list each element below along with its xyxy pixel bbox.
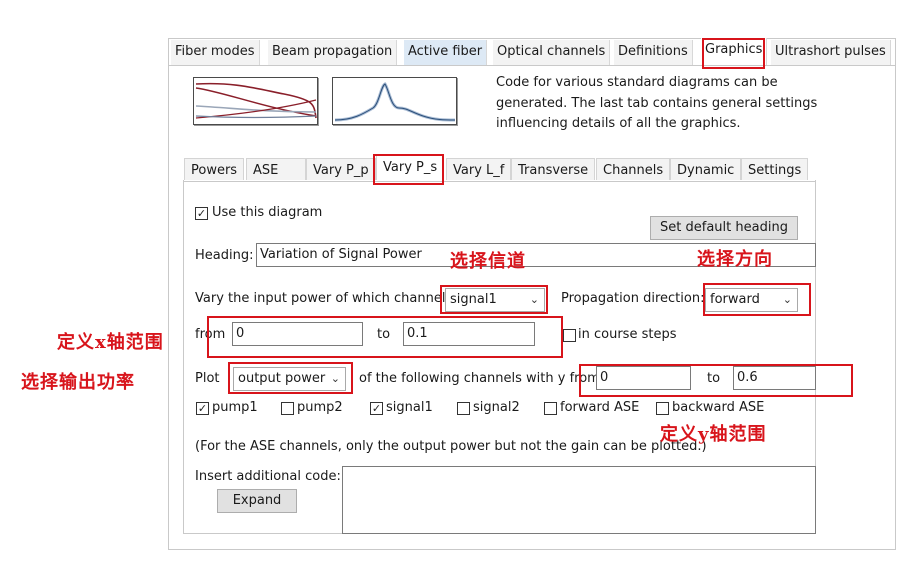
pump1-checkbox[interactable] xyxy=(196,402,209,415)
tab-ultrashort-pulses[interactable]: Ultrashort pulses xyxy=(771,40,891,65)
chevron-down-icon: ⌄ xyxy=(529,293,539,306)
pump2-checkbox[interactable] xyxy=(281,402,294,415)
propagation-direction-label: Propagation direction: xyxy=(561,291,705,306)
heading-label: Heading: xyxy=(195,248,254,263)
chevron-down-icon: ⌄ xyxy=(330,372,340,385)
annotation-select-output-power: 选择输出功率 xyxy=(21,372,135,393)
channel-select[interactable]: signal1 ⌄ xyxy=(445,288,545,312)
use-diagram-label: Use this diagram xyxy=(212,205,323,220)
plot-quantity-value: output power xyxy=(238,371,326,386)
additional-code-textarea[interactable] xyxy=(342,466,816,534)
subtab-ase[interactable]: ASE xyxy=(246,158,306,182)
tab-optical-channels[interactable]: Optical channels xyxy=(493,40,611,65)
annotation-select-channel: 选择信道 xyxy=(450,251,526,272)
signal1-checkbox[interactable] xyxy=(370,402,383,415)
to-label: to xyxy=(377,327,391,342)
diagram-thumbnail-spectrum[interactable] xyxy=(332,77,457,125)
tab-fiber-modes[interactable]: Fiber modes xyxy=(171,40,260,65)
subtab-powers[interactable]: Powers xyxy=(184,158,245,182)
course-steps-label: in course steps xyxy=(578,327,677,342)
annotation-define-y-range: 定义y轴范围 xyxy=(660,424,767,445)
annotation-define-x-range: 定义x轴范围 xyxy=(57,332,164,353)
chevron-down-icon: ⌄ xyxy=(782,293,792,306)
backward-ase-label: backward ASE xyxy=(672,400,765,415)
subtab-vary-lf[interactable]: Vary L_f xyxy=(446,158,512,182)
diagram-thumbnail-powers[interactable] xyxy=(193,77,318,125)
spectrum-curve-icon xyxy=(334,82,456,122)
plot-label: Plot xyxy=(195,371,220,386)
use-diagram-checkbox[interactable] xyxy=(195,207,208,220)
x-to-input[interactable]: 0.1 xyxy=(403,322,535,346)
tab-active-fiber[interactable]: Active fiber xyxy=(404,40,488,65)
tab-divider xyxy=(168,65,896,66)
pump2-label: pump2 xyxy=(297,400,343,415)
backward-ase-checkbox[interactable] xyxy=(656,402,669,415)
plot-quantity-select[interactable]: output power ⌄ xyxy=(233,367,346,391)
ase-note: (For the ASE channels, only the output p… xyxy=(195,439,707,454)
propagation-direction-value: forward xyxy=(710,292,760,307)
subtab-vary-pp[interactable]: Vary P_p xyxy=(306,158,376,182)
annotation-select-direction: 选择方向 xyxy=(697,249,773,270)
subtab-vary-ps[interactable]: Vary P_s xyxy=(376,155,445,182)
forward-ase-label: forward ASE xyxy=(560,400,640,415)
subtab-transverse[interactable]: Transverse xyxy=(511,158,596,182)
set-default-heading-button[interactable]: Set default heading xyxy=(650,216,798,240)
vary-channel-label: Vary the input power of which channel: xyxy=(195,291,450,306)
subtab-channels[interactable]: Channels xyxy=(596,158,671,182)
pump1-label: pump1 xyxy=(212,400,258,415)
graphics-description: Code for various standard diagrams can b… xyxy=(496,75,818,131)
signal1-label: signal1 xyxy=(386,400,433,415)
tab-beam-propagation[interactable]: Beam propagation xyxy=(268,40,398,65)
course-steps-checkbox[interactable] xyxy=(563,329,576,342)
propagation-direction-select[interactable]: forward ⌄ xyxy=(705,288,798,312)
subtab-dynamic[interactable]: Dynamic xyxy=(670,158,742,182)
forward-ase-checkbox[interactable] xyxy=(544,402,557,415)
signal2-checkbox[interactable] xyxy=(457,402,470,415)
y-to-input[interactable]: 0.6 xyxy=(733,366,816,390)
tab-graphics[interactable]: Graphics xyxy=(701,38,768,66)
following-channels-label: of the following channels with y from xyxy=(359,371,600,386)
power-curves-icon xyxy=(195,82,317,119)
signal2-label: signal2 xyxy=(473,400,520,415)
from-label: from xyxy=(195,327,226,342)
subtab-divider xyxy=(183,181,816,182)
insert-code-label: Insert additional code: xyxy=(195,469,341,484)
channel-select-value: signal1 xyxy=(450,292,497,307)
y-to-label: to xyxy=(707,371,721,386)
subtab-settings[interactable]: Settings xyxy=(741,158,809,182)
x-from-input[interactable]: 0 xyxy=(232,322,363,346)
y-from-input[interactable]: 0 xyxy=(596,366,691,390)
tab-definitions[interactable]: Definitions xyxy=(614,40,693,65)
expand-button[interactable]: Expand xyxy=(217,489,297,513)
